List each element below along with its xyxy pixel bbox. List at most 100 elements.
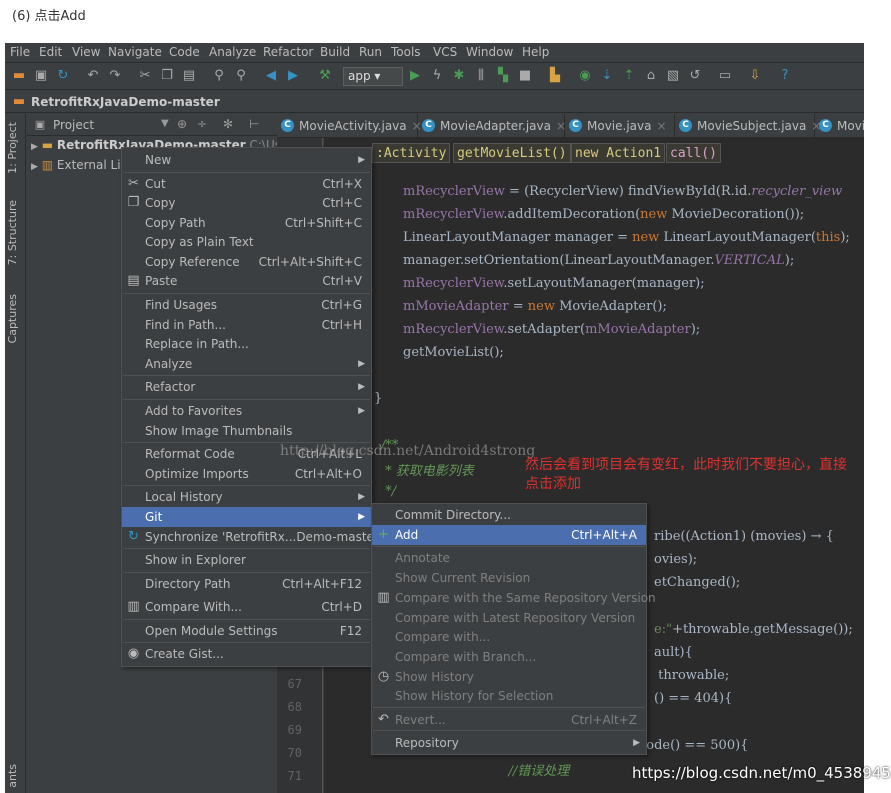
hide-icon[interactable]: ⊢ — [249, 117, 259, 131]
menu-item-local-history[interactable]: Local History ▶ — [122, 487, 371, 507]
menu-refactor[interactable]: Refactor — [263, 45, 313, 59]
tab-2[interactable]: C Movie.java × — [565, 114, 675, 138]
menu-item-repository[interactable]: Repository ▶ — [372, 733, 646, 753]
menu-view[interactable]: View — [72, 45, 100, 59]
menu-tools[interactable]: Tools — [391, 45, 421, 59]
vcs-pull-icon[interactable]: ⇣ — [599, 68, 615, 84]
menu-item-replace-in-path[interactable]: Replace in Path... — [122, 334, 371, 354]
menu-item-synchronize-retrofitrx-demo-master[interactable]: ↻ Synchronize 'RetrofitRx...Demo-master' — [122, 527, 382, 547]
menu-item-find-usages[interactable]: Find Usages Ctrl+G — [122, 295, 371, 315]
tab-4[interactable]: C Movi — [815, 114, 864, 138]
redo-icon[interactable]: ↷ — [107, 68, 123, 84]
profile-icon[interactable]: ⫼ — [473, 68, 489, 84]
forward-icon[interactable]: ▶ — [285, 68, 301, 84]
back-icon[interactable]: ◀ — [263, 68, 279, 84]
menu-analyze[interactable]: Analyze — [209, 45, 256, 59]
menu-help[interactable]: Help — [522, 45, 549, 59]
menu-item-copy[interactable]: ❐ Copy Ctrl+C — [122, 193, 371, 213]
menu-item-commit-directory[interactable]: Commit Directory... — [372, 505, 646, 525]
menu-item-compare-with-the-same-repository-version[interactable]: ▥ Compare with the Same Repository Versio… — [372, 588, 655, 608]
ant-tool-tab[interactable]: ants — [6, 764, 19, 788]
menu-item-cut[interactable]: ✂ Cut Ctrl+X — [122, 174, 371, 194]
sync-icon[interactable]: ↻ — [55, 68, 71, 84]
breadcrumb-method[interactable]: getMovieList() — [453, 143, 571, 163]
vcs-update-icon[interactable]: ◉ — [577, 68, 593, 84]
menu-build[interactable]: Build — [320, 45, 350, 59]
menu-item-compare-with[interactable]: ▥ Compare With... Ctrl+D — [122, 597, 371, 617]
captures-tool-tab[interactable]: Captures — [6, 294, 19, 343]
settings-icon[interactable]: ✻ — [223, 117, 233, 131]
project-tool-tab[interactable]: 1: Project — [6, 122, 19, 174]
tab-1[interactable]: C MovieAdapter.java × — [418, 114, 566, 138]
make-icon[interactable]: ⚒ — [317, 68, 333, 84]
menu-item-copy-as-plain-text[interactable]: Copy as Plain Text — [122, 232, 371, 252]
vcs-push-icon[interactable]: ⇡ — [621, 68, 637, 84]
project-view-label[interactable]: Project — [53, 118, 94, 132]
tab-0[interactable]: C MovieActivity.java × — [277, 114, 422, 138]
breadcrumb-call[interactable]: call() — [666, 143, 721, 163]
run-config-select[interactable]: app ▾ — [343, 67, 403, 86]
menu-vcs[interactable]: VCS — [433, 45, 457, 59]
paste-icon[interactable]: ▤ — [181, 68, 197, 84]
menu-run[interactable]: Run — [359, 45, 382, 59]
menu-window[interactable]: Window — [466, 45, 513, 59]
menu-item-copy-reference[interactable]: Copy Reference Ctrl+Alt+Shift+C — [122, 252, 371, 272]
menu-item-revert[interactable]: ↶ Revert... Ctrl+Alt+Z — [372, 710, 646, 730]
collapse-icon[interactable]: ÷ — [197, 117, 207, 131]
rollback-icon[interactable]: ↺ — [687, 68, 703, 84]
debug-icon[interactable]: ✱ — [451, 68, 467, 84]
menu-item-analyze[interactable]: Analyze ▶ — [122, 354, 371, 374]
close-tab-icon[interactable]: × — [656, 119, 666, 133]
menu-item-add[interactable]: + Add Ctrl+Alt+A — [372, 525, 646, 545]
history-icon[interactable]: ⌂ — [643, 68, 659, 84]
menu-item-optimize-imports[interactable]: Optimize Imports Ctrl+Alt+O — [122, 464, 371, 484]
menu-item-directory-path[interactable]: Directory Path Ctrl+Alt+F12 — [122, 574, 371, 594]
menu-edit[interactable]: Edit — [39, 45, 62, 59]
view-dropdown-icon[interactable]: ▼ — [161, 118, 169, 129]
breadcrumb-project[interactable]: RetrofitRxJavaDemo-master — [31, 95, 220, 109]
menu-item-git[interactable]: Git ▶ — [122, 507, 371, 527]
sync-panel-icon[interactable]: ⊕ — [177, 117, 187, 131]
undo-icon[interactable]: ↶ — [85, 68, 101, 84]
breadcrumb-anon-class[interactable]: new Action1 — [571, 143, 666, 163]
tree-item-external[interactable]: ▶ ▥ External Li — [31, 156, 121, 174]
sdk-manager-icon[interactable]: ⇩ — [747, 68, 763, 84]
save-icon[interactable]: ▣ — [33, 68, 49, 84]
menu-item-show-history-for-selection[interactable]: Show History for Selection — [372, 686, 646, 706]
run-icon[interactable]: ▶ — [407, 68, 423, 84]
sdk-icon[interactable]: ▙ — [547, 68, 563, 84]
menu-code[interactable]: Code — [169, 45, 200, 59]
avd-icon[interactable]: ▭ — [717, 68, 733, 84]
menu-item-show-history[interactable]: ◷ Show History — [372, 667, 646, 687]
menu-item-open-module-settings[interactable]: Open Module Settings F12 — [122, 621, 371, 641]
attach-icon[interactable]: ▚ — [495, 68, 511, 84]
copy-icon[interactable]: ❐ — [159, 68, 175, 84]
apply-changes-icon[interactable]: ϟ — [429, 68, 445, 84]
menu-item-annotate[interactable]: Annotate — [372, 548, 646, 568]
menu-item-new[interactable]: New ▶ — [122, 150, 371, 170]
menu-item-show-image-thumbnails[interactable]: Show Image Thumbnails — [122, 421, 371, 441]
menu-item-show-current-revision[interactable]: Show Current Revision — [372, 568, 646, 588]
menu-item-add-to-favorites[interactable]: Add to Favorites ▶ — [122, 401, 371, 421]
menu-item-find-in-path[interactable]: Find in Path... Ctrl+H — [122, 315, 371, 335]
breadcrumb-class[interactable]: :Activity — [372, 143, 451, 163]
help-icon[interactable]: ? — [777, 68, 793, 84]
menu-item-compare-with-latest-repository-version[interactable]: Compare with Latest Repository Version — [372, 608, 646, 628]
open-icon[interactable]: ▬ — [11, 68, 27, 84]
menu-item-compare-with-branch[interactable]: Compare with Branch... — [372, 647, 646, 667]
menu-item-copy-path[interactable]: Copy Path Ctrl+Shift+C — [122, 213, 371, 233]
find-icon[interactable]: ⚲ — [211, 68, 227, 84]
structure-tool-tab[interactable]: 7: Structure — [6, 200, 19, 265]
menu-item-create-gist[interactable]: ◉ Create Gist... — [122, 644, 371, 664]
tab-3[interactable]: C MovieSubject.java × — [675, 114, 821, 138]
replace-icon[interactable]: ⚲ — [233, 68, 249, 84]
cut-icon[interactable]: ✂ — [137, 68, 153, 84]
shelve-icon[interactable]: ▧ — [665, 68, 681, 84]
menu-item-show-in-explorer[interactable]: Show in Explorer — [122, 550, 371, 570]
stop-icon[interactable]: ■ — [517, 68, 533, 84]
menu-item-refactor[interactable]: Refactor ▶ — [122, 377, 371, 397]
menu-item-paste[interactable]: ▤ Paste Ctrl+V — [122, 271, 371, 291]
menu-file[interactable]: File — [10, 45, 30, 59]
menu-navigate[interactable]: Navigate — [108, 45, 162, 59]
menu-item-compare-with[interactable]: Compare with... — [372, 627, 646, 647]
